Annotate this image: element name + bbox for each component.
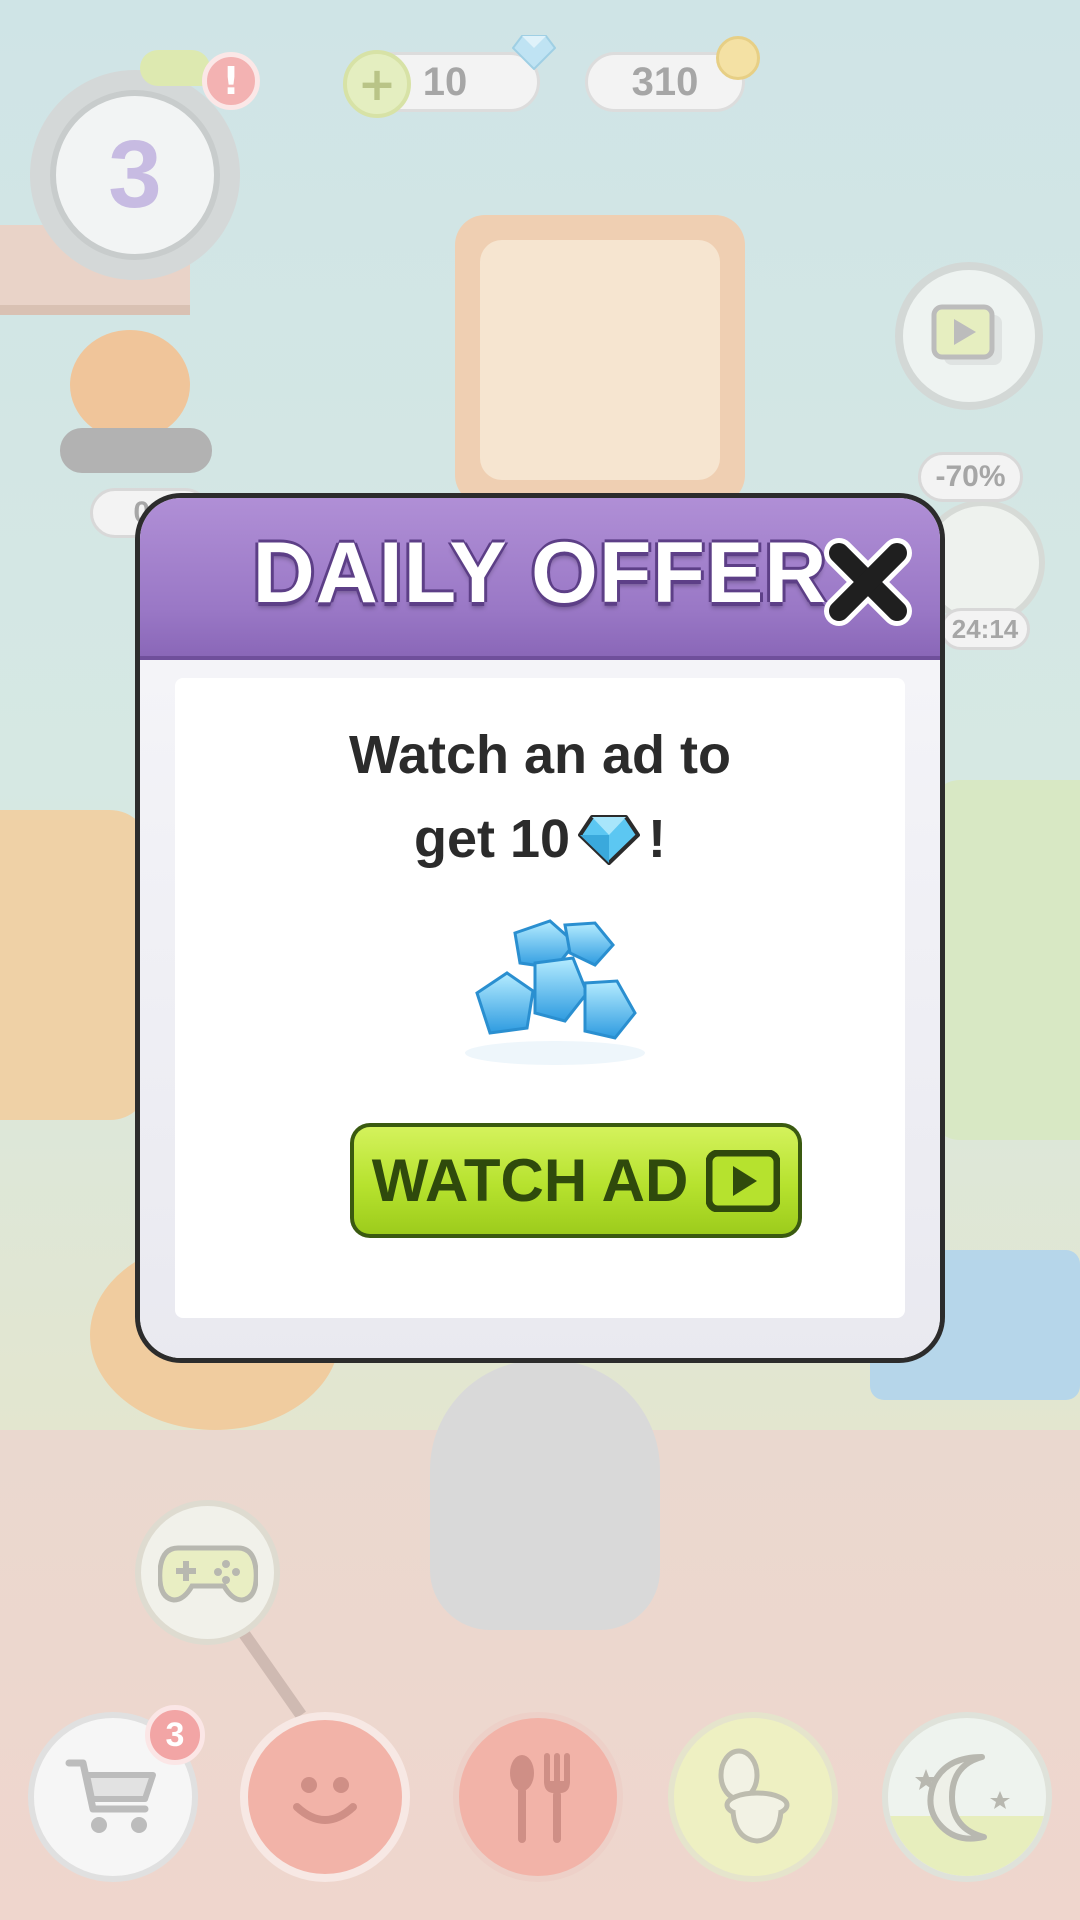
watch-ad-button-face: WATCH AD xyxy=(354,1127,798,1234)
video-play-icon xyxy=(931,304,1002,365)
fork-spoon-icon xyxy=(510,1753,570,1843)
daily-offer-dialog: DAILY OFFER Watch an ad to get 10 ! WATC… xyxy=(135,493,945,1363)
moon-stars-icon xyxy=(915,1754,1010,1842)
gem-pile-icon xyxy=(465,919,645,1065)
nav-toilet-button[interactable] xyxy=(668,1712,838,1882)
games-button[interactable] xyxy=(135,1500,280,1645)
offer-message-suffix: ! xyxy=(648,809,667,869)
level-indicator[interactable]: 3 xyxy=(30,70,240,280)
gamepad-icon xyxy=(157,1545,258,1603)
shop-badge: 3 xyxy=(145,1705,205,1765)
progress-bar xyxy=(60,428,212,473)
close-button[interactable] xyxy=(820,534,916,630)
coin-count: 310 xyxy=(631,59,699,104)
offer-message: Watch an ad to get 10 ! xyxy=(175,713,905,881)
nav-mood-button[interactable] xyxy=(240,1712,410,1882)
gem-icon xyxy=(578,815,641,865)
discount-badge: -70% xyxy=(918,452,1023,502)
picture-frame-inner xyxy=(480,240,720,480)
background-tv-right xyxy=(930,780,1080,1140)
close-icon xyxy=(824,538,912,626)
background-tv-left xyxy=(0,810,150,1120)
play-video-icon xyxy=(706,1149,781,1212)
watch-ad-label: WATCH AD xyxy=(371,1147,689,1214)
dialog-content: Watch an ad to get 10 ! WATCH AD xyxy=(175,678,905,1318)
level-inner: 3 xyxy=(50,90,220,260)
pumpkin-decoration xyxy=(70,330,190,440)
nav-food-button[interactable] xyxy=(453,1712,623,1882)
gem-count: 10 xyxy=(422,59,468,104)
shopping-cart-icon xyxy=(65,1759,156,1833)
level-number: 3 xyxy=(108,121,162,228)
offer-message-line2: get 10 ! xyxy=(414,797,666,881)
tom-character xyxy=(430,1360,660,1630)
nav-sleep-button[interactable] xyxy=(882,1712,1052,1882)
offer-message-prefix: get 10 xyxy=(413,809,571,869)
toilet-icon xyxy=(718,1748,790,1844)
offer-timer: 24:14 xyxy=(940,608,1030,650)
watch-ad-button[interactable]: WATCH AD xyxy=(350,1123,802,1238)
gem-icon xyxy=(512,35,556,70)
smiley-icon xyxy=(293,1777,357,1824)
video-reward-button[interactable] xyxy=(895,262,1043,410)
add-gems-button[interactable]: + xyxy=(343,50,411,118)
dialog-inner: DAILY OFFER Watch an ad to get 10 ! WATC… xyxy=(140,498,940,1358)
coin-icon xyxy=(716,36,760,80)
offer-message-line1: Watch an ad to xyxy=(348,725,731,785)
dialog-header-divider xyxy=(140,656,940,660)
leaf-decoration xyxy=(140,50,210,86)
alert-badge: ! xyxy=(202,52,260,110)
